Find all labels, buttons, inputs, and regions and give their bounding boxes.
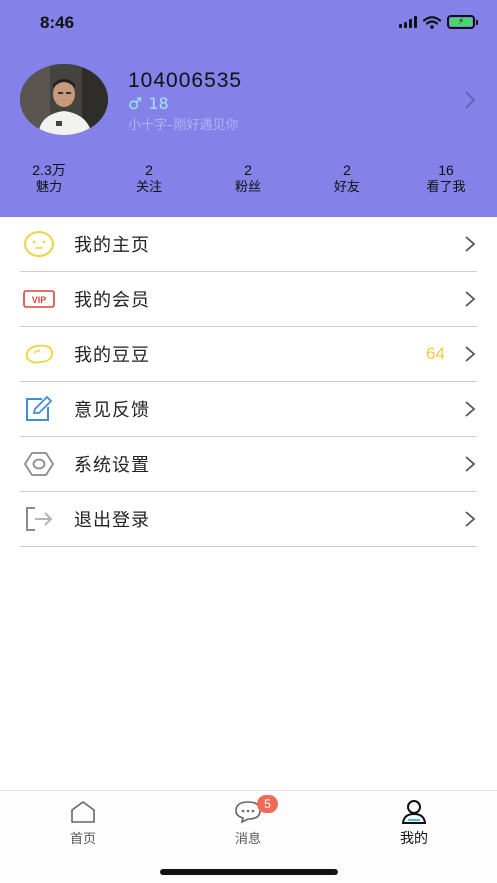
vip-icon: VIP [23, 285, 55, 313]
user-icon [369, 799, 459, 825]
menu-item-homepage[interactable]: 我的主页 [20, 217, 477, 272]
status-icons: ⚡ [399, 15, 478, 29]
stat-value: 2 [343, 162, 351, 178]
chevron-right-icon [465, 236, 476, 252]
gender-age: ♂ 18 [128, 94, 169, 113]
profile-signature: 小十字–刚好遇见你 [128, 118, 239, 133]
menu-label: 系统设置 [74, 455, 150, 476]
menu-item-feedback[interactable]: 意见反馈 [20, 382, 477, 437]
wifi-icon [423, 15, 441, 29]
menu-label: 意见反馈 [74, 400, 150, 421]
stat-label: 好友 [333, 180, 360, 195]
status-bar: 8:46 ⚡ [0, 0, 497, 48]
profile-name: 104006535 [128, 69, 243, 92]
profile-header: 8:46 ⚡ 104006535 ♂ 18 小十字–刚好遇见你 2.3万 魅力 … [0, 0, 497, 217]
chevron-right-icon [465, 511, 476, 527]
cellular-signal-icon [399, 16, 417, 28]
battery-icon: ⚡ [447, 15, 478, 29]
male-gender-icon: ♂ [128, 94, 143, 113]
smiley-face-icon [23, 230, 55, 258]
chevron-right-icon [465, 346, 476, 362]
profile-stats: 2.3万 魅力 2 关注 2 粉丝 2 好友 16 看了我 [0, 162, 497, 200]
stat-value: 2.3万 [32, 162, 66, 178]
stat-friends[interactable]: 2 好友 [307, 162, 387, 197]
svg-text:VIP: VIP [32, 295, 47, 305]
menu-item-vip[interactable]: VIP 我的会员 [20, 272, 477, 327]
stat-fans[interactable]: 2 粉丝 [208, 162, 288, 197]
tab-label: 首页 [69, 832, 96, 847]
menu-label: 我的豆豆 [74, 345, 150, 366]
hexagon-settings-icon [23, 450, 55, 478]
edit-icon [23, 395, 55, 423]
logout-icon [23, 505, 55, 533]
menu-item-logout[interactable]: 退出登录 [20, 492, 477, 547]
chevron-right-icon [465, 456, 476, 472]
menu-label: 我的主页 [74, 235, 150, 256]
tab-label: 我的 [400, 831, 428, 847]
age-value: 18 [148, 94, 169, 113]
stat-label: 粉丝 [234, 180, 261, 195]
stat-label: 看了我 [426, 180, 466, 195]
stat-following[interactable]: 2 关注 [109, 162, 189, 197]
stat-visitors[interactable]: 16 看了我 [406, 162, 486, 197]
bean-icon [23, 340, 55, 368]
stat-label: 魅力 [35, 180, 62, 195]
chevron-right-icon [465, 401, 476, 417]
status-time: 8:46 [40, 13, 75, 32]
menu-item-beans[interactable]: 我的豆豆 64 [20, 327, 477, 382]
unread-badge: 5 [257, 795, 278, 813]
chevron-right-icon [465, 291, 476, 307]
tab-me[interactable]: 我的 [369, 799, 459, 848]
home-indicator [160, 869, 338, 875]
tab-messages[interactable]: 5 消息 [203, 795, 293, 847]
menu-label: 退出登录 [74, 510, 150, 531]
beans-count: 64 [426, 344, 445, 363]
avatar[interactable] [20, 64, 108, 135]
menu-item-settings[interactable]: 系统设置 [20, 437, 477, 492]
tab-home[interactable]: 首页 [38, 799, 128, 847]
stat-charm[interactable]: 2.3万 魅力 [9, 162, 89, 197]
stat-label: 关注 [135, 180, 162, 195]
chat-icon [203, 799, 293, 825]
chevron-right-icon[interactable] [462, 90, 478, 110]
menu-list: 我的主页 VIP 我的会员 我的豆豆 64 意见反馈 系统设置 退出登录 [20, 217, 477, 547]
menu-label: 我的会员 [74, 290, 150, 311]
tab-label: 消息 [234, 832, 261, 847]
stat-value: 2 [244, 162, 252, 178]
stat-value: 16 [438, 162, 454, 178]
home-icon [38, 799, 128, 825]
stat-value: 2 [145, 162, 153, 178]
